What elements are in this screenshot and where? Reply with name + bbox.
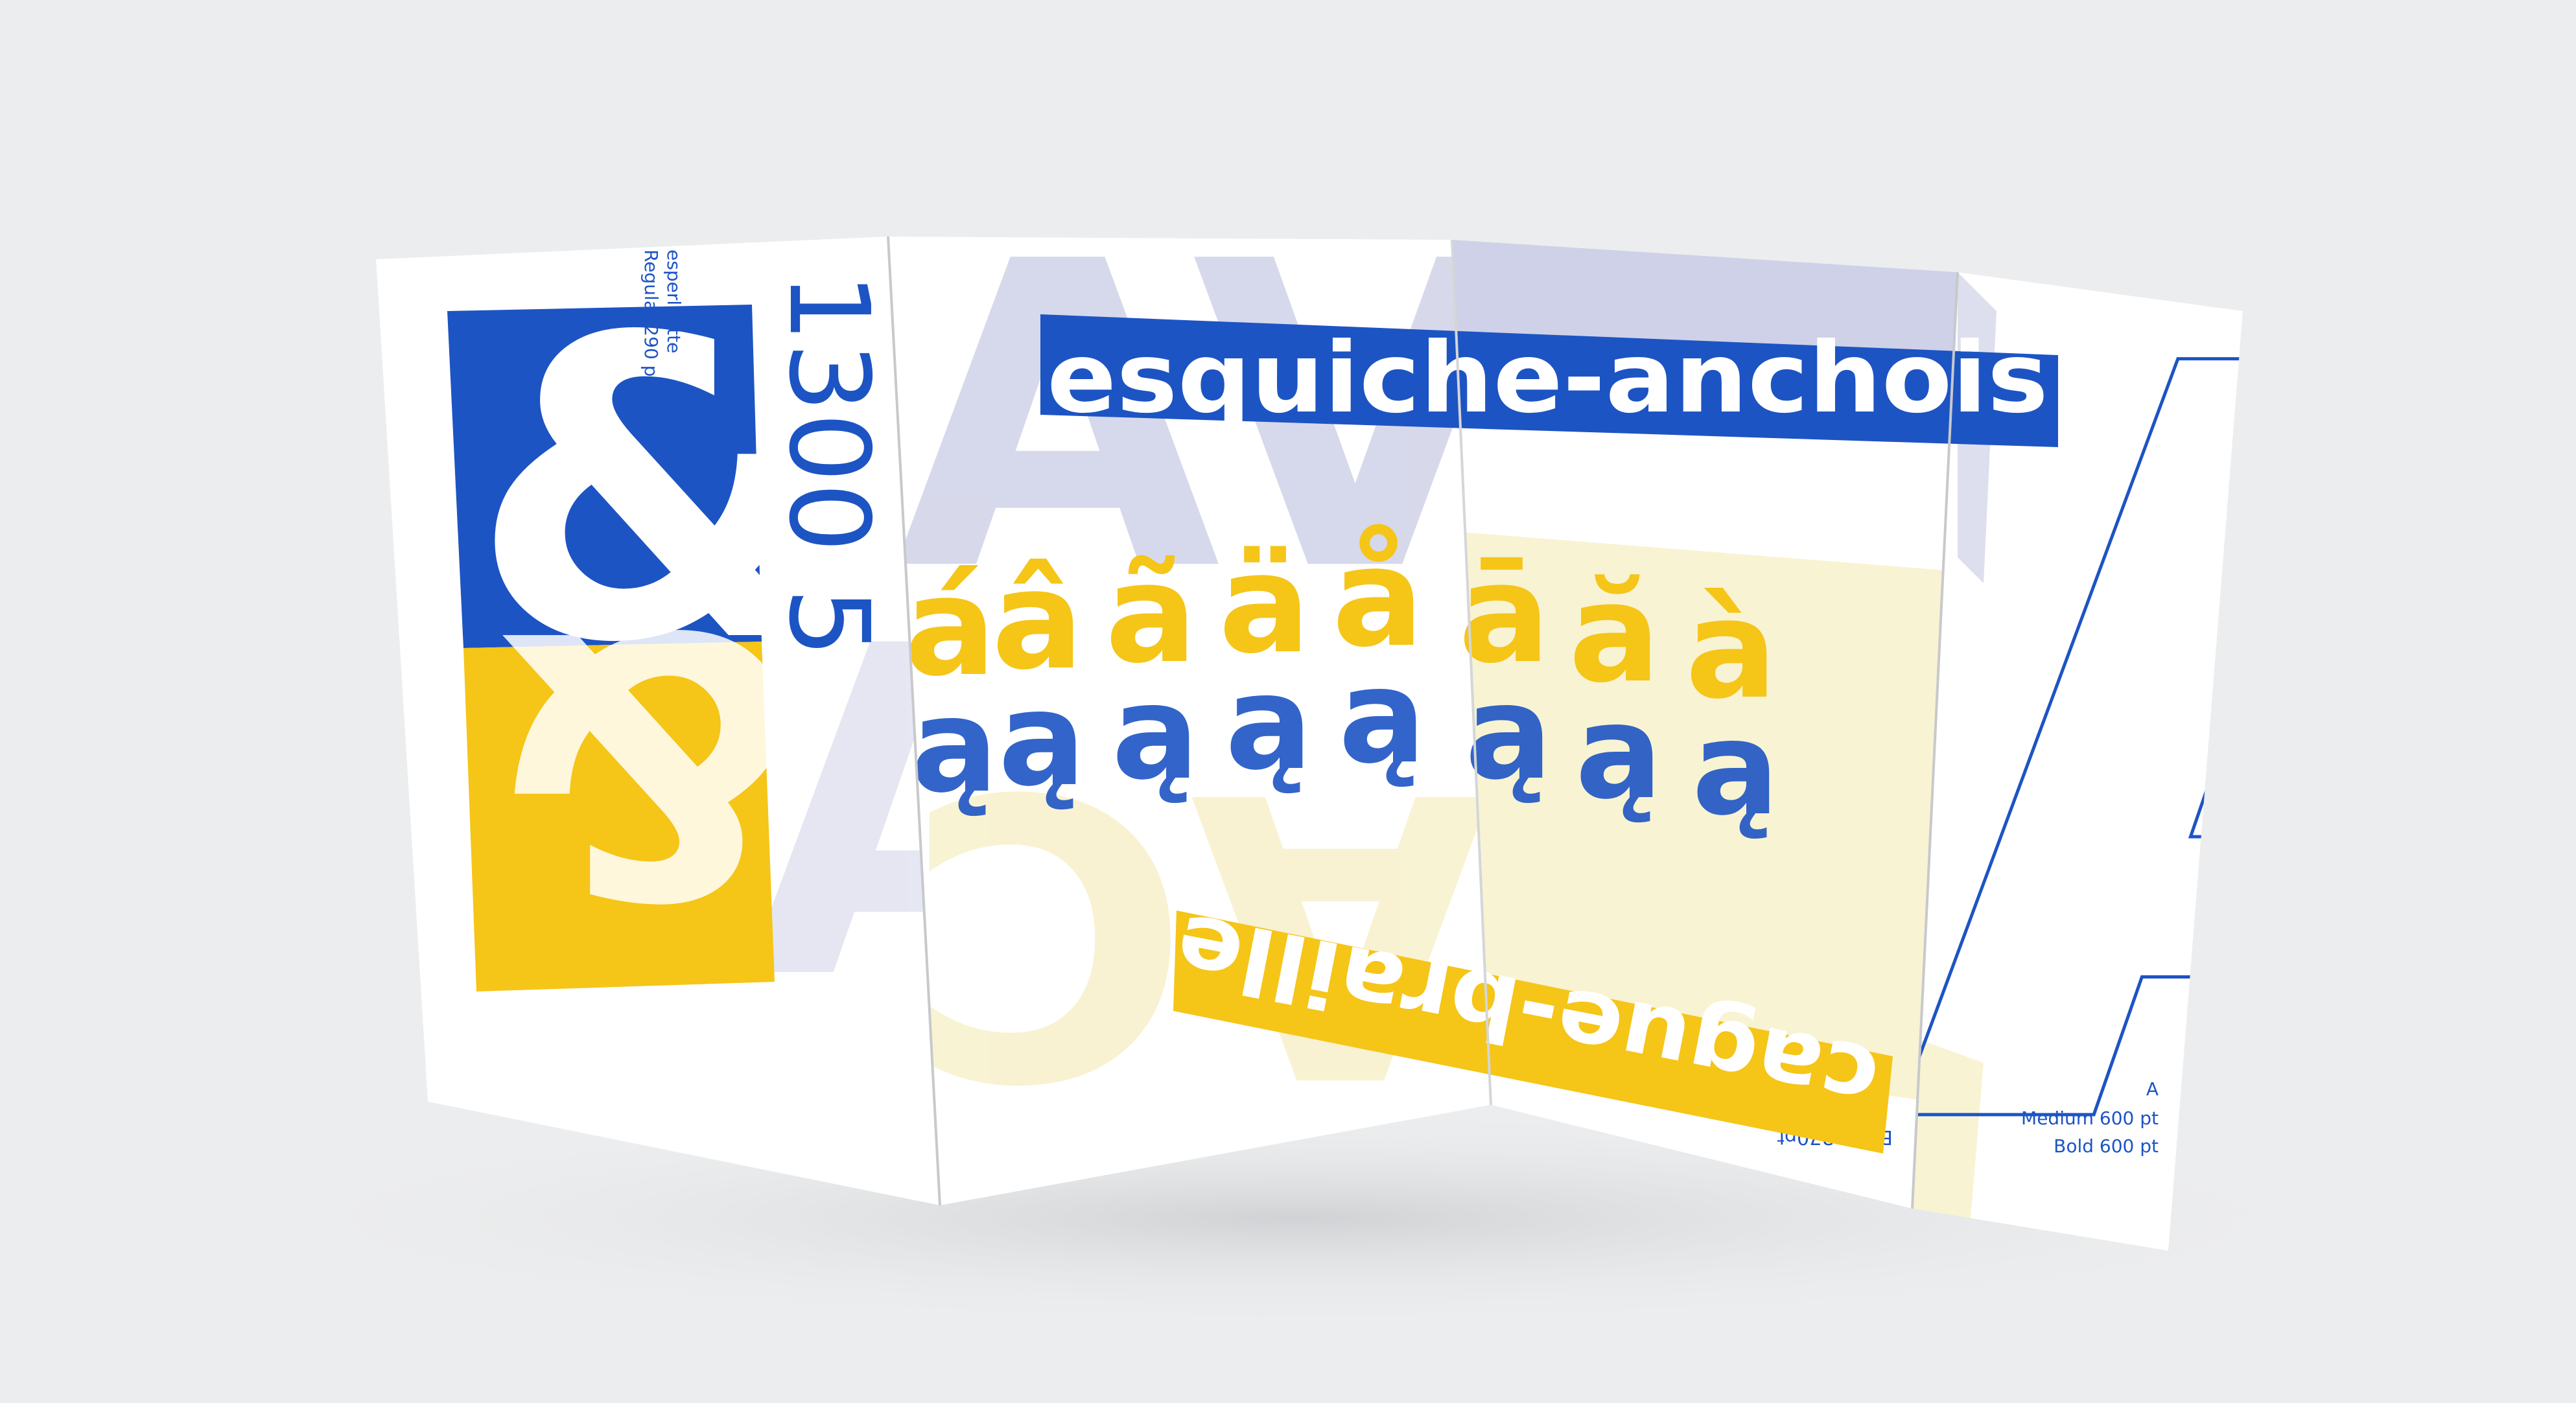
ampersand-mirror-glyph: &: [487, 549, 804, 971]
base-glyph: ą: [998, 664, 1086, 815]
label-A: A: [2146, 1078, 2159, 1100]
base-glyph: ą: [1465, 658, 1552, 809]
base-glyph: ą: [911, 671, 998, 822]
base-glyph: ą: [1112, 658, 1199, 809]
base-glyph: ą: [1692, 693, 1779, 844]
rotated-number: 1300 5: [764, 272, 893, 658]
base-glyph: ą: [1575, 677, 1663, 828]
esquiche-banner: esquiche-anchois: [1040, 314, 2058, 447]
label-medium: Medium 600 pt: [2021, 1107, 2159, 1129]
esperluette-caption: esperluette: [663, 249, 685, 353]
folded-specimen-booklet: AVA & & 1300 5 esperluette Regular 290 p…: [0, 0, 2576, 1403]
label-bold: Bold 600 pt: [2054, 1135, 2159, 1157]
esperluette-size: Regular 290 pt: [640, 249, 662, 384]
base-glyph: ą: [1225, 648, 1313, 799]
esquiche-banner-text: esquiche-anchois: [1047, 322, 2048, 435]
photo-scene: AVA & & 1300 5 esperluette Regular 290 p…: [0, 0, 2576, 1403]
base-glyph: ą: [1339, 642, 1426, 793]
